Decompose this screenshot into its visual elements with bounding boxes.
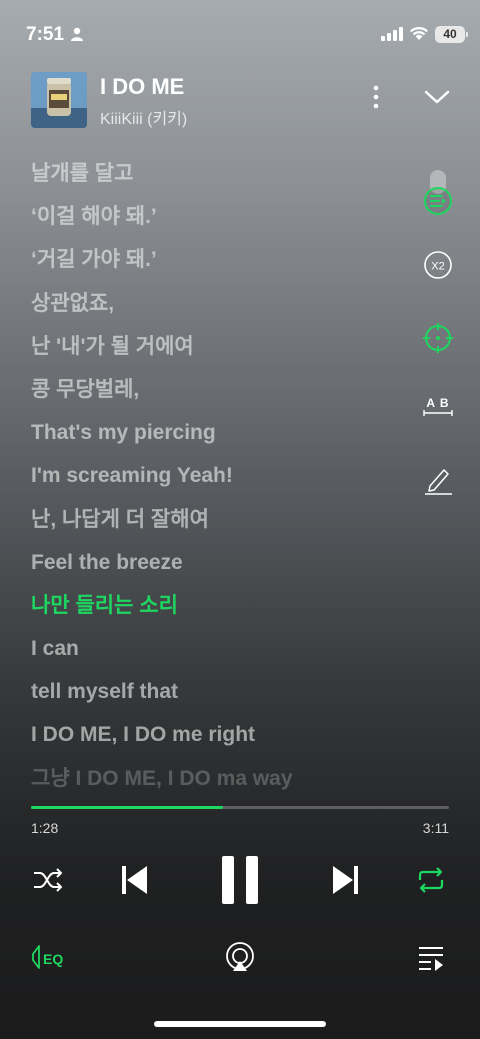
status-time: 7:51: [26, 24, 65, 45]
airplay-icon: [226, 942, 254, 971]
eq-label: EQ: [43, 951, 63, 967]
pause-button[interactable]: [214, 852, 266, 908]
more-icon[interactable]: [364, 84, 388, 110]
translate-icon: A B: [423, 396, 453, 416]
repeat-icon: [418, 867, 444, 893]
queue-icon: [419, 947, 443, 971]
focus-button[interactable]: [420, 320, 456, 356]
lyric-line[interactable]: I can: [31, 630, 411, 673]
eq-icon: EQ: [32, 945, 63, 969]
eq-button[interactable]: EQ: [28, 940, 72, 974]
home-indicator[interactable]: [154, 1021, 326, 1027]
next-icon: [333, 866, 358, 894]
lyric-line[interactable]: 난, 나답게 더 잘해여: [31, 501, 411, 544]
person-icon: [71, 27, 83, 41]
battery-icon: 40: [435, 26, 468, 43]
previous-button[interactable]: [114, 862, 154, 898]
progress-fill: [31, 806, 224, 809]
progress-bar[interactable]: [31, 806, 449, 809]
focus-icon: [423, 323, 453, 353]
shuffle-icon: [34, 868, 62, 892]
lyric-line[interactable]: I'm screaming Yeah!: [31, 457, 411, 500]
shuffle-button[interactable]: [30, 864, 66, 896]
wifi-icon: [410, 26, 428, 40]
speed-button[interactable]: X2: [420, 247, 456, 283]
next-button[interactable]: [326, 862, 366, 898]
lyric-line-active[interactable]: 나만 들리는 소리: [31, 587, 411, 630]
translate-label: A B: [426, 396, 449, 410]
queue-button[interactable]: [413, 940, 449, 974]
edit-lyrics-icon: [425, 469, 452, 495]
artist-name[interactable]: KiiiKiii (키키): [100, 105, 187, 129]
lyrics-list[interactable]: 날개를 달고 ‘이걸 해야 돼.’ ‘거길 가야 돼.’ 상관없죠, 난 '내'…: [31, 155, 411, 803]
album-art[interactable]: [31, 72, 87, 128]
lyrics-sync-icon: [424, 187, 452, 215]
speed-label: X2: [431, 261, 444, 273]
lyric-line[interactable]: 날개를 달고: [31, 155, 411, 198]
chevron-down-icon[interactable]: [422, 86, 452, 108]
lyric-line[interactable]: That's my piercing: [31, 414, 411, 457]
previous-icon: [122, 866, 147, 894]
lyric-line[interactable]: 상관없죠,: [31, 285, 411, 328]
speed-icon: X2: [424, 251, 452, 279]
total-duration: 3:11: [422, 820, 449, 836]
lyric-line[interactable]: 그냥 I DO ME, I DO ma way: [31, 760, 411, 803]
pause-icon: [222, 856, 258, 904]
airplay-button[interactable]: [222, 940, 258, 974]
lyrics-sync-button[interactable]: [420, 183, 456, 219]
signal-icon: [381, 27, 403, 41]
status-bar: 7:51 40: [0, 0, 480, 60]
lyric-line[interactable]: ‘이걸 해야 돼.’: [31, 198, 411, 241]
song-title: I DO ME: [100, 74, 185, 99]
lyric-line[interactable]: Feel the breeze: [31, 544, 411, 587]
lyric-line[interactable]: tell myself that: [31, 673, 411, 716]
edit-lyrics-button[interactable]: [420, 462, 456, 498]
lyric-line[interactable]: ‘거길 가야 돼.’: [31, 241, 411, 284]
elapsed-time: 1:28: [31, 820, 59, 836]
lyric-line[interactable]: 난 '내'가 될 거에여: [31, 328, 411, 371]
lyric-line[interactable]: 콩 무당벌레,: [31, 371, 411, 414]
translate-button[interactable]: A B: [420, 390, 456, 426]
repeat-button[interactable]: [413, 864, 449, 896]
lyric-line[interactable]: I DO ME, I DO me right: [31, 716, 411, 759]
